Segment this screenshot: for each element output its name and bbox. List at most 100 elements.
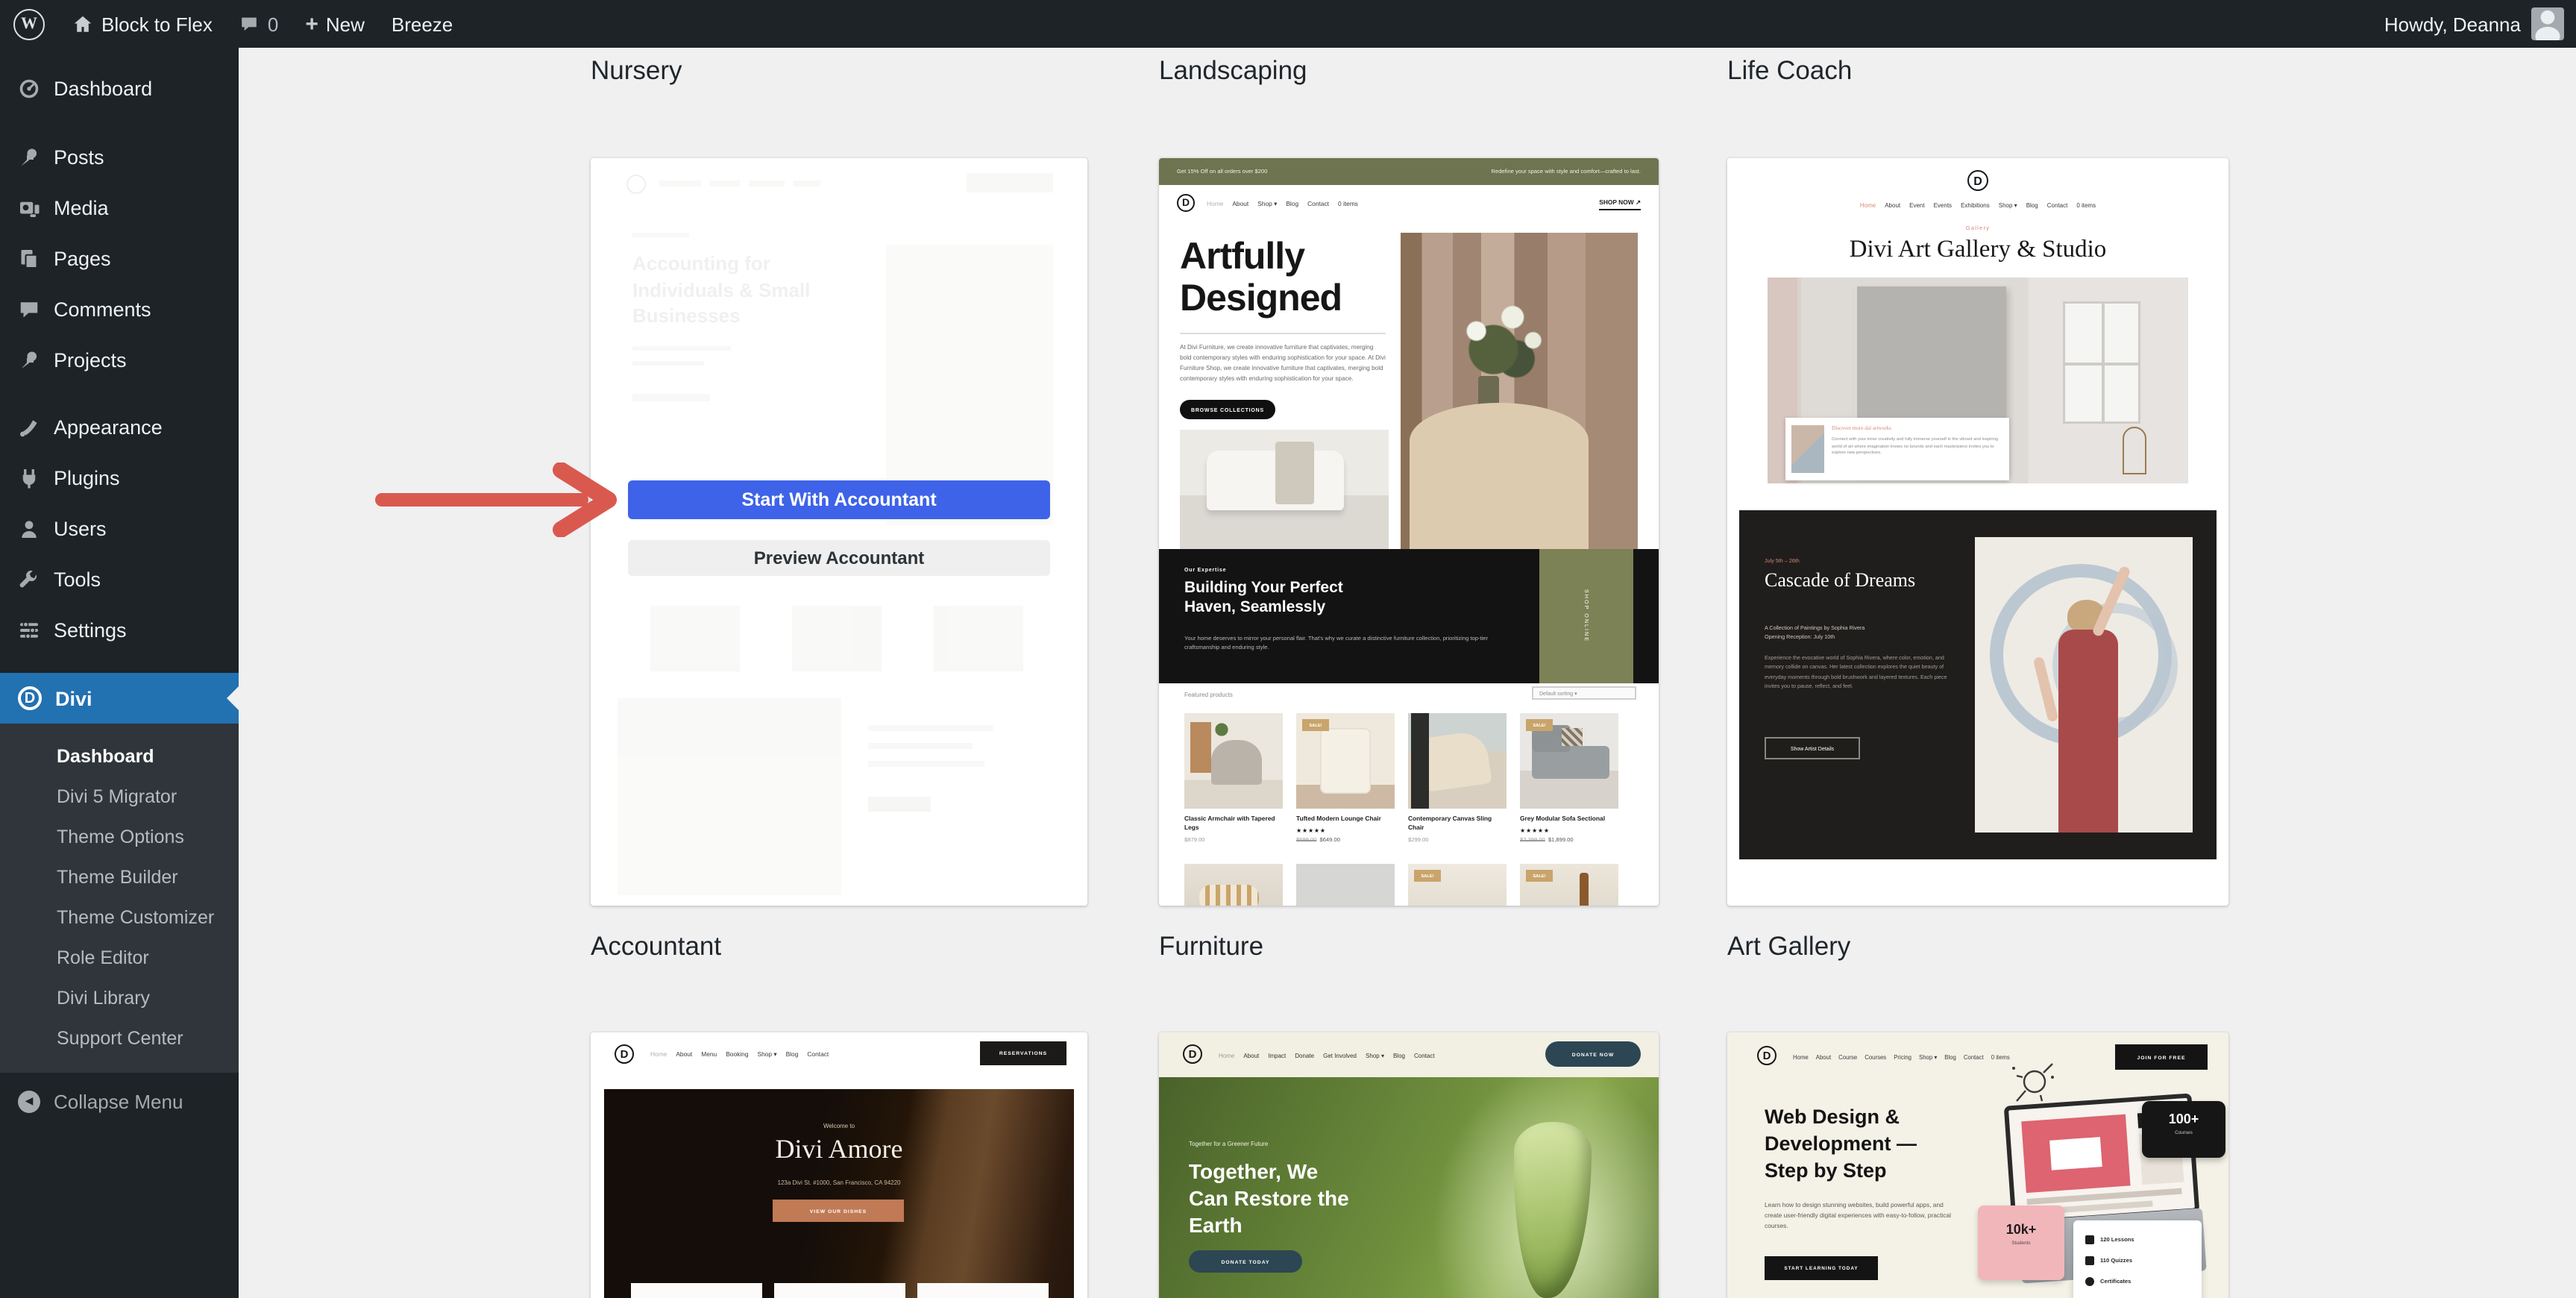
site-name-menu[interactable]: Block to Flex — [58, 0, 226, 48]
nav-cart-count[interactable]: 0 items — [1338, 200, 1358, 207]
layout-card-course[interactable]: D Home About Course Courses Pricing Shop… — [1727, 1032, 2228, 1298]
nav-blog[interactable]: Blog — [786, 1050, 799, 1058]
nav-exhibitions[interactable]: Exhibitions — [1961, 201, 1990, 209]
nav-contact[interactable]: Contact — [807, 1050, 829, 1058]
nav-about[interactable]: About — [1885, 201, 1900, 209]
product-card[interactable]: Contemporary Canvas Sling Chair $299.00 — [1408, 713, 1507, 843]
donate-today-button[interactable]: DONATE TODAY — [1189, 1250, 1302, 1273]
new-content-menu[interactable]: + New — [292, 0, 378, 48]
gallery-overlay-card[interactable]: Discover more dal artworks Connect with … — [1785, 418, 2009, 480]
nav-contact[interactable]: Contact — [2047, 201, 2068, 209]
nav-pricing[interactable]: Pricing — [1894, 1053, 1911, 1061]
sidebar-item-posts[interactable]: Posts — [0, 131, 239, 182]
sidebar-item-plugins[interactable]: Plugins — [0, 452, 239, 503]
layout-card-restaurant[interactable]: D Home About Menu Booking Shop ▾ Blog Co… — [591, 1032, 1087, 1298]
nav-get-involved[interactable]: Get Involved — [1323, 1052, 1357, 1059]
submenu-item-divi-library[interactable]: Divi Library — [0, 979, 239, 1019]
howdy-text[interactable]: Howdy, Deanna — [2384, 13, 2521, 35]
join-for-free-button[interactable]: JOIN FOR FREE — [2115, 1044, 2208, 1070]
nav-about[interactable]: About — [1816, 1053, 1831, 1061]
sidebar-item-users[interactable]: Users — [0, 503, 239, 554]
nav-shop[interactable]: Shop ▾ — [1919, 1053, 1937, 1061]
nav-home[interactable]: Home — [1860, 201, 1876, 209]
nav-event[interactable]: Event — [1909, 201, 1924, 209]
sidebar-item-appearance[interactable]: Appearance — [0, 401, 239, 452]
sidebar-item-comments[interactable]: Comments — [0, 283, 239, 334]
browse-collections-button[interactable]: BROWSE COLLECTIONS — [1180, 400, 1275, 419]
nav-cart-count[interactable]: 0 items — [2076, 201, 2096, 209]
nav-booking[interactable]: Booking — [726, 1050, 748, 1058]
nav-shop[interactable]: Shop ▾ — [1366, 1052, 1384, 1059]
nav-contact[interactable]: Contact — [1414, 1052, 1435, 1059]
sidebar-item-settings[interactable]: Settings — [0, 604, 239, 655]
nav-events[interactable]: Events — [1934, 201, 1952, 209]
submenu-item-divi5-migrator[interactable]: Divi 5 Migrator — [0, 777, 239, 818]
nav-shop[interactable]: Shop ▾ — [1257, 200, 1277, 207]
shop-now-link[interactable]: SHOP NOW ↗ — [1599, 198, 1641, 210]
nav-home[interactable]: Home — [1793, 1053, 1809, 1061]
submenu-item-theme-customizer[interactable]: Theme Customizer — [0, 898, 239, 938]
divi-glyph: D — [1973, 174, 1982, 187]
gallery-hero-photo: Discover more dal artworks Connect with … — [1768, 278, 2188, 483]
nav-contact[interactable]: Contact — [1307, 200, 1329, 207]
product-image[interactable] — [1296, 864, 1395, 906]
nav-blog[interactable]: Blog — [1944, 1053, 1956, 1061]
exhibit-photo — [1975, 537, 2193, 833]
layout-card-art-gallery[interactable]: D Home About Event Events Exhibitions Sh… — [1727, 158, 2228, 906]
reservations-button[interactable]: RESERVATIONS — [980, 1041, 1066, 1065]
comments-menu[interactable]: 0 — [226, 0, 292, 48]
layout-card-accountant[interactable]: Accounting for Individuals & Small Busin… — [591, 158, 1087, 906]
show-artist-details-button[interactable]: Show Artist Details — [1765, 737, 1860, 759]
shop-online-block[interactable]: SHOP ONLINE — [1539, 549, 1633, 683]
nav-home[interactable]: Home — [1219, 1052, 1234, 1059]
nav-about[interactable]: About — [676, 1050, 692, 1058]
nav-about[interactable]: About — [1243, 1052, 1259, 1059]
collapse-menu-button[interactable]: ◀ Collapse Menu — [0, 1079, 239, 1123]
preview-accountant-button[interactable]: Preview Accountant — [628, 540, 1050, 576]
product-image[interactable] — [1184, 864, 1283, 906]
sidebar-item-dashboard[interactable]: Dashboard — [0, 63, 239, 113]
nav-blog[interactable]: Blog — [1393, 1052, 1405, 1059]
nav-course[interactable]: Course — [1838, 1053, 1857, 1061]
submenu-item-support-center[interactable]: Support Center — [0, 1019, 239, 1059]
nav-donate[interactable]: Donate — [1295, 1052, 1314, 1059]
submenu-item-theme-options[interactable]: Theme Options — [0, 818, 239, 858]
nav-shop[interactable]: Shop ▾ — [1999, 201, 2017, 209]
nav-blog[interactable]: Blog — [1286, 200, 1298, 207]
nav-contact[interactable]: Contact — [1964, 1053, 1984, 1061]
nav-impact[interactable]: Impact — [1268, 1052, 1286, 1059]
nav-shop[interactable]: Shop ▾ — [758, 1050, 777, 1058]
menu-separator — [0, 113, 239, 131]
sidebar-item-tools[interactable]: Tools — [0, 554, 239, 604]
product-card[interactable]: SALE! Tufted Modern Lounge Chair ★★★★★ $… — [1296, 713, 1395, 843]
nav-about[interactable]: About — [1232, 200, 1248, 207]
wp-logo-menu[interactable]: W — [0, 0, 58, 48]
layout-card-eco[interactable]: D Home About Impact Donate Get Involved … — [1159, 1032, 1659, 1298]
sidebar-item-pages[interactable]: Pages — [0, 233, 239, 283]
layout-card-furniture[interactable]: Get 15% Off on all orders over $200 Rede… — [1159, 158, 1659, 906]
eco-hero: Together for a Greener Future Together, … — [1159, 1077, 1659, 1298]
donate-now-button[interactable]: DONATE NOW — [1545, 1041, 1641, 1067]
product-image[interactable]: SALE! — [1408, 864, 1507, 906]
sorting-dropdown[interactable]: Default sorting ▾ — [1532, 686, 1636, 700]
product-card[interactable]: Classic Armchair with Tapered Legs $879.… — [1184, 713, 1283, 843]
sidebar-item-projects[interactable]: Projects — [0, 334, 239, 385]
start-with-accountant-button[interactable]: Start With Accountant — [628, 480, 1050, 519]
nav-home[interactable]: Home — [1207, 200, 1223, 207]
view-dishes-button[interactable]: VIEW OUR DISHES — [773, 1200, 904, 1222]
product-image[interactable]: SALE! — [1520, 864, 1618, 906]
nav-courses[interactable]: Courses — [1865, 1053, 1886, 1061]
sidebar-item-divi[interactable]: D Divi — [0, 673, 239, 724]
user-avatar[interactable] — [2531, 7, 2564, 40]
nav-menu[interactable]: Menu — [701, 1050, 717, 1058]
browse-label: BROWSE COLLECTIONS — [1191, 407, 1264, 413]
sidebar-item-media[interactable]: Media — [0, 182, 239, 233]
nav-blog[interactable]: Blog — [2026, 201, 2038, 209]
product-card[interactable]: SALE! Grey Modular Sofa Sectional ★★★★★ … — [1520, 713, 1618, 843]
submenu-item-role-editor[interactable]: Role Editor — [0, 938, 239, 979]
submenu-item-dashboard[interactable]: Dashboard — [0, 737, 239, 777]
breeze-menu[interactable]: Breeze — [378, 0, 466, 48]
submenu-item-theme-builder[interactable]: Theme Builder — [0, 858, 239, 898]
nav-home[interactable]: Home — [650, 1050, 667, 1058]
start-learning-button[interactable]: START LEARNING TODAY — [1765, 1256, 1878, 1280]
